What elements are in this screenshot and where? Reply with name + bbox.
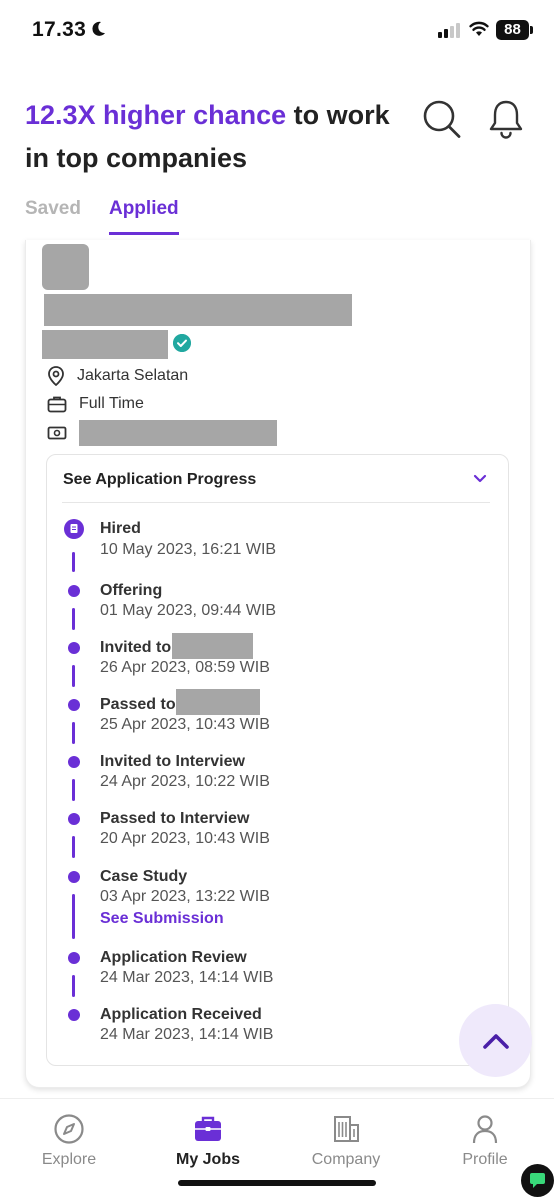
notification-button[interactable]	[486, 98, 526, 140]
job-salary	[47, 420, 277, 446]
step-title: Case Study	[100, 868, 188, 885]
step-date: 03 Apr 2023, 13:22 WIB	[100, 888, 270, 905]
salary-redacted	[79, 420, 277, 446]
tab-applied[interactable]: Applied	[108, 198, 179, 235]
signal-icon	[438, 22, 460, 38]
timeline-dot	[68, 871, 80, 883]
money-icon	[47, 426, 67, 440]
chevron-down-icon[interactable]	[472, 472, 488, 486]
progress-title[interactable]: See Application Progress	[63, 471, 256, 489]
timeline-line	[72, 552, 75, 572]
search-icon	[423, 100, 461, 138]
step-title: Passed to	[100, 696, 176, 713]
job-title-redacted	[44, 294, 352, 326]
step-date: 25 Apr 2023, 10:43 WIB	[100, 716, 270, 733]
nav-label: Profile	[462, 1151, 508, 1168]
step-title: Passed to Interview	[100, 810, 250, 827]
briefcase-outline-icon	[47, 396, 67, 413]
company-logo-redacted	[42, 244, 89, 290]
step-title: Hired	[100, 520, 141, 537]
watermark-logo-icon	[521, 1164, 554, 1197]
timeline-dot	[68, 756, 80, 768]
stage-name-redacted	[176, 689, 260, 715]
compass-icon	[54, 1114, 84, 1144]
moon-icon	[92, 21, 105, 36]
briefcase-icon	[195, 1116, 221, 1141]
chevron-up-icon	[482, 1033, 509, 1049]
timeline-line	[72, 836, 75, 858]
job-type: Full Time	[47, 395, 144, 413]
step-title: Invited to Interview	[100, 753, 245, 770]
divider	[62, 502, 490, 503]
nav-explore[interactable]: Explore	[14, 1113, 124, 1169]
building-icon	[334, 1116, 359, 1142]
step-date: 20 Apr 2023, 10:43 WIB	[100, 830, 270, 847]
step-title: Invited to	[100, 639, 172, 656]
location-pin-icon	[48, 366, 64, 386]
step-date: 24 Mar 2023, 14:14 WIB	[100, 969, 274, 986]
person-icon	[472, 1115, 498, 1144]
timeline-line	[72, 608, 75, 630]
timeline-line	[72, 665, 75, 687]
nav-label: Explore	[41, 1151, 97, 1168]
status-time: 17.33	[32, 18, 87, 41]
timeline-line	[72, 779, 75, 801]
stage-name-redacted	[172, 633, 253, 659]
step-date: 01 May 2023, 09:44 WIB	[100, 602, 277, 619]
timeline-line	[72, 894, 75, 939]
hired-step-icon	[64, 519, 84, 539]
step-date: 26 Apr 2023, 08:59 WIB	[100, 659, 270, 676]
nav-company[interactable]: Company	[291, 1113, 401, 1169]
employment-type-text: Full Time	[79, 395, 144, 412]
timeline-line	[72, 975, 75, 997]
timeline-dot	[68, 813, 80, 825]
search-button[interactable]	[422, 98, 462, 140]
battery-icon: 88	[496, 20, 529, 40]
company-name-redacted	[42, 330, 168, 359]
document-icon	[70, 524, 78, 533]
timeline-dot	[68, 952, 80, 964]
headline-accent: 12.3X higher chance	[25, 100, 287, 130]
step-date: 10 May 2023, 16:21 WIB	[100, 541, 277, 558]
see-submission-link[interactable]: See Submission	[100, 910, 224, 928]
wifi-icon	[469, 21, 489, 36]
step-title: Application Review	[100, 949, 247, 966]
timeline-line	[72, 722, 75, 744]
job-location: Jakarta Selatan	[47, 366, 188, 386]
timeline-dot	[68, 585, 80, 597]
step-date: 24 Mar 2023, 14:14 WIB	[100, 1026, 274, 1043]
timeline-dot	[68, 699, 80, 711]
step-date: 24 Apr 2023, 10:22 WIB	[100, 773, 270, 790]
location-text: Jakarta Selatan	[77, 367, 189, 384]
verified-badge-icon	[173, 334, 191, 352]
nav-label: Company	[311, 1151, 381, 1168]
timeline-dot	[68, 642, 80, 654]
nav-label: My Jobs	[175, 1151, 240, 1168]
bell-icon	[489, 100, 523, 139]
timeline-dot	[68, 1009, 80, 1021]
page-headline: 12.3X higher chance to work in top compa…	[25, 94, 405, 180]
nav-my-jobs[interactable]: My Jobs	[153, 1113, 263, 1169]
step-title: Offering	[100, 582, 163, 599]
chat-bubble-icon	[530, 1173, 545, 1188]
step-title: Application Received	[100, 1006, 262, 1023]
tab-bar: Saved Applied	[25, 198, 179, 235]
nav-profile[interactable]: Profile	[430, 1113, 540, 1169]
battery-tip	[530, 26, 533, 34]
tab-saved[interactable]: Saved	[25, 198, 81, 235]
status-bar: 17.33 88	[0, 0, 554, 60]
home-indicator	[178, 1180, 376, 1186]
scroll-to-top-button[interactable]	[459, 1004, 532, 1077]
